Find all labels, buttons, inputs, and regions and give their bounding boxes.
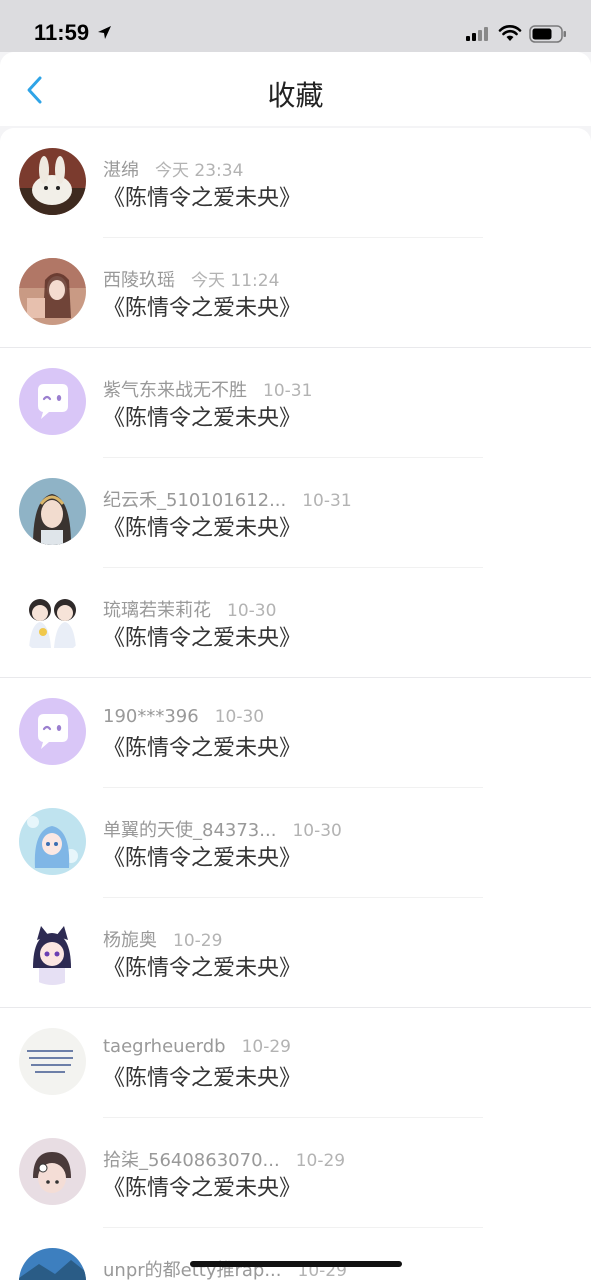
favorites-list: 湛绵 今天 23:34 《陈情令之爱未央》 西陵玖瑶 今天 11:24 《陈情令… — [0, 128, 591, 1280]
cat-ear-avatar[interactable] — [19, 918, 86, 985]
list-item[interactable]: 单翼的天使_84373... 10-30 《陈情令之爱未央》 — [0, 788, 591, 898]
list-item[interactable]: 湛绵 今天 23:34 《陈情令之爱未央》 — [0, 128, 591, 238]
list-item[interactable]: 琉璃若茉莉花 10-30 《陈情令之爱未央》 — [0, 568, 591, 678]
timestamp: 10-31 — [263, 381, 313, 401]
user-name[interactable]: 纪云禾_510101612... — [103, 486, 286, 512]
timestamp: 10-29 — [295, 1151, 346, 1171]
user-name[interactable]: 杨旎奥 — [103, 926, 157, 952]
timestamp: 10-30 — [292, 821, 342, 841]
portrait-avatar[interactable] — [19, 478, 86, 545]
list-item[interactable]: 西陵玖瑶 今天 11:24 《陈情令之爱未央》 — [0, 238, 591, 348]
list-item[interactable]: 紫气东来战无不胜 10-31 《陈情令之爱未央》 — [0, 348, 591, 458]
list-item[interactable]: 杨旎奥 10-29 《陈情令之爱未央》 — [0, 898, 591, 1008]
book-title[interactable]: 《陈情令之爱未央》 — [103, 1170, 301, 1202]
book-title[interactable]: 《陈情令之爱未央》 — [103, 400, 301, 432]
timestamp: 10-30 — [227, 601, 277, 621]
timestamp: 10-31 — [302, 491, 352, 511]
default-chat-avatar[interactable] — [19, 368, 86, 435]
location-arrow-icon — [98, 26, 111, 39]
timestamp: 10-29 — [173, 931, 223, 951]
book-title[interactable]: 《陈情令之爱未央》 — [103, 180, 301, 212]
user-name[interactable]: unpr的都etty推rap... — [103, 1256, 282, 1280]
book-title[interactable]: 《陈情令之爱未央》 — [103, 730, 301, 762]
timestamp: 今天 23:34 — [155, 161, 244, 181]
rabbit-avatar[interactable] — [19, 148, 86, 215]
book-title[interactable]: 《陈情令之爱未央》 — [103, 840, 301, 872]
user-name[interactable]: 190***396 — [103, 706, 199, 727]
list-item[interactable]: taegrheuerdb 10-29 《陈情令之爱未央》 — [0, 1008, 591, 1118]
battery-icon — [529, 25, 566, 43]
user-name[interactable]: 湛绵 — [103, 156, 139, 182]
book-title[interactable]: 《陈情令之爱未央》 — [103, 510, 301, 542]
book-title[interactable]: 《陈情令之爱未央》 — [103, 620, 301, 652]
user-name[interactable]: 紫气东来战无不胜 — [103, 376, 247, 402]
child-avatar[interactable] — [19, 1138, 86, 1205]
list-item[interactable]: 纪云禾_510101612... 10-31 《陈情令之爱未央》 — [0, 458, 591, 568]
book-title[interactable]: 《陈情令之爱未央》 — [103, 950, 301, 982]
list-item[interactable]: 拾柒_5640863070... 10-29 《陈情令之爱未央》 — [0, 1118, 591, 1228]
home-indicator[interactable] — [190, 1261, 402, 1267]
status-bar: 11:59 — [0, 0, 591, 52]
anime-girl-avatar[interactable] — [19, 808, 86, 875]
status-time: 11:59 — [34, 20, 90, 45]
user-name[interactable]: 单翼的天使_84373... — [103, 816, 276, 842]
list-item[interactable]: unpr的都etty推rap... 10-29 — [0, 1228, 591, 1280]
user-name[interactable]: 西陵玖瑶 — [103, 266, 175, 292]
book-title[interactable]: 《陈情令之爱未央》 — [103, 1060, 301, 1092]
nav-bar: 收藏 — [0, 52, 591, 126]
timestamp: 10-30 — [214, 707, 265, 727]
timestamp: 10-29 — [241, 1037, 291, 1057]
girl-avatar[interactable] — [19, 258, 86, 325]
cellular-signal-icon — [466, 27, 488, 41]
landscape-avatar[interactable] — [19, 1248, 86, 1280]
user-name[interactable]: taegrheuerdb — [103, 1036, 226, 1057]
user-name[interactable]: 拾柒_5640863070... — [103, 1146, 280, 1172]
default-chat-avatar[interactable] — [19, 698, 86, 765]
book-title[interactable]: 《陈情令之爱未央》 — [103, 290, 301, 322]
user-name[interactable]: 琉璃若茉莉花 — [103, 596, 211, 622]
wifi-icon — [498, 25, 522, 41]
text-note-avatar[interactable] — [19, 1028, 86, 1095]
chibi-pair-avatar[interactable] — [19, 588, 86, 655]
list-item[interactable]: 190***396 10-30 《陈情令之爱未央》 — [0, 678, 591, 788]
timestamp: 今天 11:24 — [191, 271, 280, 291]
page-title: 收藏 — [267, 79, 324, 112]
